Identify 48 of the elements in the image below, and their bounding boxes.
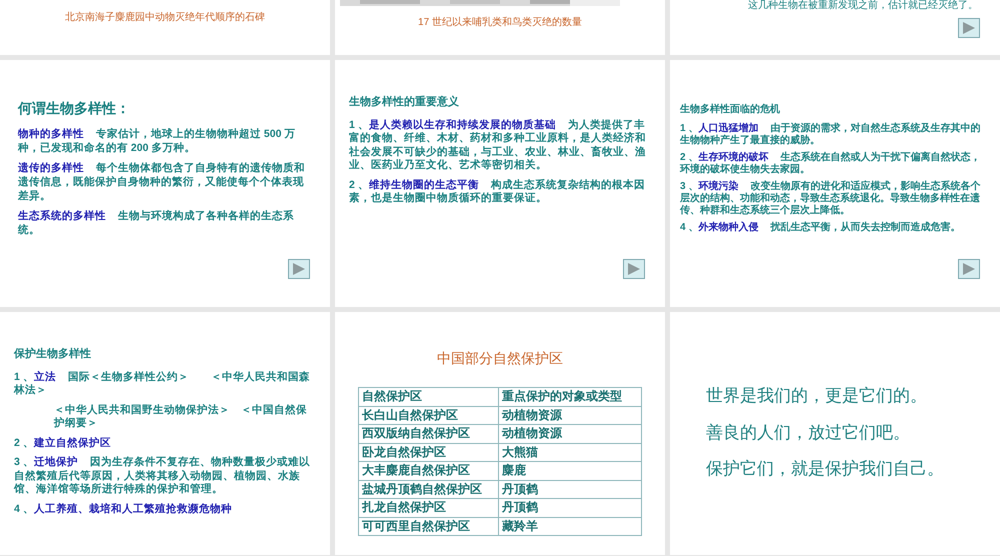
table-cell: 扎龙自然保护区: [358, 498, 498, 517]
slide-title: 保护生物多样性: [14, 346, 91, 362]
table-cell: 丹顶鹤: [498, 498, 642, 517]
play-icon: [627, 263, 641, 275]
slide-paragraph: 1 、是人类赖以生存和持续发展的物质基础 为人类提供了丰富的食物、纤维、木材、药材和多种工业原料，是人类经济和社会发展不可缺少的基础，与工业、农业、林业、畜牧业、渔业、医药业乃至文化、艺术等密切相关。: [349, 118, 647, 172]
slide-text: 保护它们，就是保护我们自己。: [706, 458, 944, 481]
table-cell: 盐城丹顶鹤自然保护区: [358, 480, 498, 498]
slide-title: 生物多样性的重要意义: [349, 94, 459, 110]
slide-paragraph: 1 、人口迅猛增加 由于资源的需求，对自然生态系统及生存其中的生物物种产生了最直接的威胁。: [680, 123, 982, 147]
table-cell: 可可西里自然保护区: [358, 517, 498, 536]
table-cell: 大熊猫: [498, 443, 642, 462]
table-cell: 麋鹿: [498, 462, 642, 480]
play-button[interactable]: [623, 259, 645, 279]
table-cell: 动植物资源: [498, 424, 642, 443]
slide-paragraph: 3 、环境污染 改变生物原有的进化和适应模式，影响生态系统各个层次的结构、功能和动态，导致生态系统退化。导致生物多样性在遗传、种群和生态系统三个层次上降低。: [680, 181, 982, 217]
slide-title: 何谓生物多样性：: [18, 99, 130, 118]
slide-paragraph: 生态系统的多样性 生物与环境构成了各种各样的生态系统。: [18, 209, 295, 237]
table-cell: 西双版纳自然保护区: [358, 424, 498, 443]
slide-paragraph: 2 、建立自然保护区: [14, 436, 112, 450]
table-cell: 丹顶鹤: [498, 480, 642, 498]
play-icon: [962, 263, 976, 275]
slide-title: 中国部分自然保护区: [437, 349, 563, 368]
slide-paragraph: 4 、外来物种入侵 扰乱生态平衡，从而失去控制而造成危害。: [680, 222, 962, 234]
slide-text: 世界是我们的，更是它们的。: [706, 385, 927, 408]
table-cell: 藏羚羊: [498, 517, 642, 536]
slide-caption: 17 世纪以来哺乳类和鸟类灭绝的数量: [418, 16, 582, 30]
table-cell: 卧龙自然保护区: [358, 443, 498, 462]
play-button[interactable]: [288, 259, 310, 279]
slide-paragraph: 4 、人工养殖、栽培和人工繁殖抢救濒危物种: [14, 502, 233, 516]
table-cell: 大丰麋鹿自然保护区: [358, 462, 498, 480]
slide-paragraph: 2 、生存环境的破坏 生态系统在自然或人为干扰下偏离自然状态，环境的破坏使生物失去家园。: [680, 152, 982, 176]
slide-paragraph: 1 、立法 国际＜生物多样性公约＞ ＜中华人民共和国森林法＞: [14, 370, 311, 398]
column-header: 重点保护的对象或类型: [498, 388, 642, 406]
slide-title: 生物多样性面临的危机: [680, 102, 780, 117]
play-button[interactable]: [958, 259, 980, 279]
play-icon: [962, 22, 976, 34]
play-icon: [292, 263, 306, 275]
slide-paragraph: 物种的多样性 专家估计，地球上的生物物种超过 500 万种，已发现和命名的有 200 多万种。: [18, 127, 296, 155]
table-cell: 动植物资源: [498, 406, 642, 424]
slide-caption: 北京南海子麋鹿园中动物灭绝年代顺序的石碑: [65, 10, 265, 25]
table-cell: 长白山自然保护区: [358, 406, 498, 424]
slide-paragraph: 遗传的多样性 每个生物体都包含了自身特有的遗传物质和遗传信息，既能保护自身物种的繁衍，又能使每个个体表现差异。: [18, 161, 306, 203]
column-header: 自然保护区: [358, 388, 498, 406]
slide-text: 善良的人们，放过它们吧。: [706, 422, 910, 444]
slide-paragraph: 2 、维持生物圈的生态平衡 构成生态系统复杂结构的根本因素，也是生物圈中物质循环的重要保证。: [349, 178, 646, 206]
slide-paragraph: ＜中华人民共和国野生动物保护法＞ ＜中国自然保护纲要＞: [52, 404, 308, 430]
slide-paragraph: 3 、迁地保护 因为生存条件不复存在、物种数量极少或难以自然繁殖后代等原因，人类将其移入动物园、植物园、水族馆、海洋馆等场所进行特殊的保护和管理。: [14, 456, 311, 496]
play-button[interactable]: [958, 18, 980, 38]
